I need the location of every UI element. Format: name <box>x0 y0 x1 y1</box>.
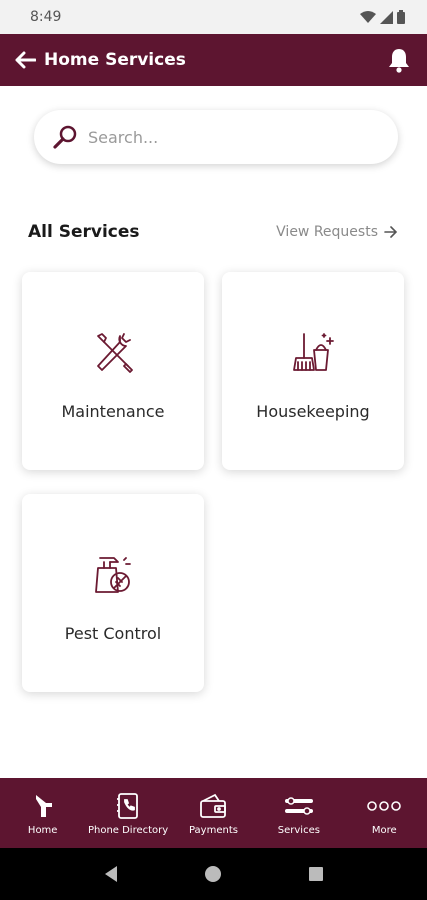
system-nav-bar <box>0 848 427 900</box>
battery-icon <box>397 10 405 24</box>
view-requests-link[interactable]: View Requests <box>276 224 398 240</box>
services-icon <box>283 791 315 821</box>
search-bar <box>34 110 398 164</box>
status-icons <box>360 10 405 24</box>
view-requests-label: View Requests <box>276 224 378 240</box>
tools-icon <box>88 328 138 378</box>
nav-label: Payments <box>188 824 238 836</box>
home-icon <box>32 791 54 821</box>
cleaning-icon <box>288 328 338 378</box>
wallet-icon <box>199 791 227 821</box>
arrow-right-icon <box>384 226 398 238</box>
app-bar: Home Services <box>0 34 427 86</box>
signal-icon <box>380 10 393 24</box>
more-icon <box>367 791 402 821</box>
nav-label: Services <box>277 824 320 836</box>
service-card-maintenance[interactable]: Maintenance <box>22 272 204 470</box>
service-label: Pest Control <box>64 624 162 643</box>
main-content: All Services View Requests Maintenance <box>0 86 427 706</box>
nav-item-more[interactable]: More <box>342 791 426 836</box>
service-card-housekeeping[interactable]: Housekeeping <box>222 272 404 470</box>
service-label: Maintenance <box>61 402 165 421</box>
nav-item-payments[interactable]: Payments <box>171 791 255 836</box>
system-recents-icon[interactable] <box>308 866 324 882</box>
wifi-icon <box>360 10 376 23</box>
phone-directory-icon <box>116 791 140 821</box>
status-bar: 8:49 <box>0 0 427 34</box>
nav-item-home[interactable]: Home <box>1 791 85 836</box>
status-time: 8:49 <box>30 9 62 25</box>
bell-icon[interactable] <box>385 46 413 74</box>
page-title: Home Services <box>44 50 186 70</box>
service-card-pest-control[interactable]: Pest Control <box>22 494 204 692</box>
nav-label: Phone Directory <box>87 824 169 836</box>
system-home-icon[interactable] <box>204 865 222 883</box>
nav-item-phone-directory[interactable]: Phone Directory <box>86 791 170 836</box>
nav-label: Home <box>27 824 58 836</box>
section-header: All Services View Requests <box>28 222 398 242</box>
search-input[interactable] <box>88 127 368 147</box>
nav-item-services[interactable]: Services <box>257 791 341 836</box>
system-back-icon[interactable] <box>103 865 119 883</box>
back-arrow-icon[interactable] <box>12 47 38 73</box>
nav-label: More <box>371 824 397 836</box>
bottom-nav: Home Phone Directory Payments Services M… <box>0 778 427 848</box>
pest-spray-icon <box>88 550 138 600</box>
section-title: All Services <box>28 222 140 242</box>
search-icon <box>53 125 77 149</box>
service-label: Housekeeping <box>256 402 370 421</box>
